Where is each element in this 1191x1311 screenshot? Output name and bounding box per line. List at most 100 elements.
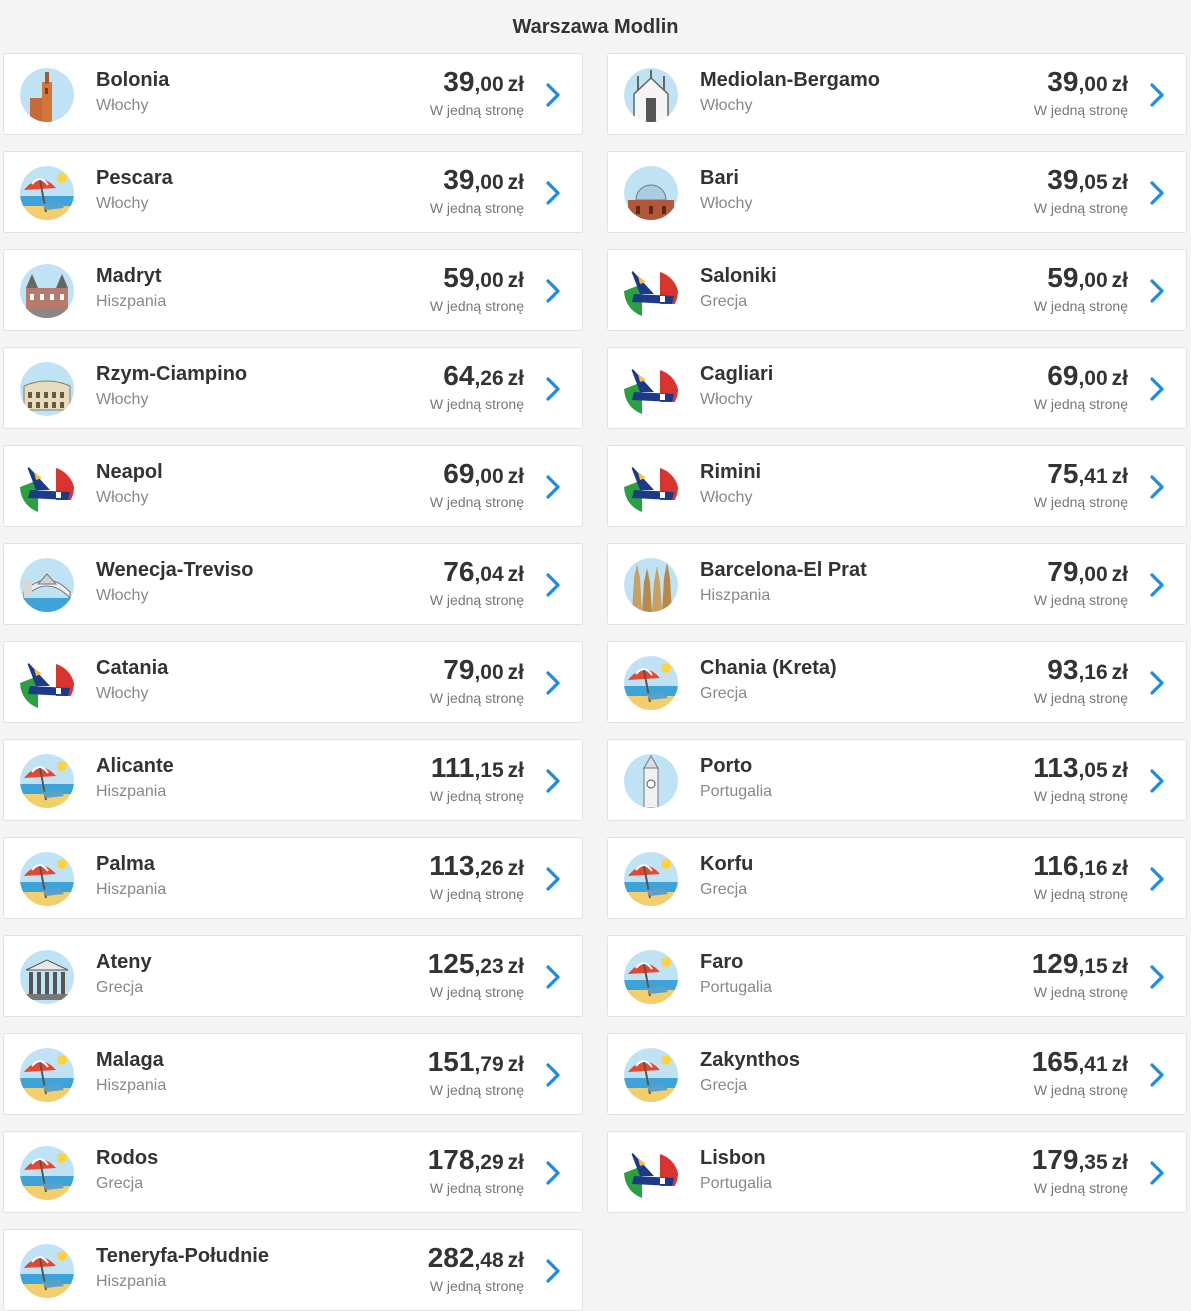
chevron-right-icon[interactable]	[544, 1160, 562, 1186]
chevron-right-icon[interactable]	[1148, 180, 1166, 206]
chevron-right-icon[interactable]	[544, 376, 562, 402]
destination-card-13[interactable]: Chania (Kreta) Grecja 93,16 zł W jedną st…	[607, 641, 1187, 723]
destination-price: 113,26 zł	[429, 850, 524, 882]
destination-city: Madryt	[96, 265, 162, 287]
price-integer: 39	[443, 164, 475, 195]
price-decimal: ,41	[1078, 1053, 1108, 1076]
chevron-right-icon[interactable]	[1148, 768, 1166, 794]
price-currency: zł	[507, 759, 524, 782]
price-currency: zł	[1111, 269, 1128, 292]
destination-card-12[interactable]: Catania Włochy 79,00 zł W jedną stronę	[3, 641, 583, 723]
destination-city: Palma	[96, 853, 155, 875]
chevron-right-icon[interactable]	[544, 572, 562, 598]
destination-card-23[interactable]: Lisbon Portugalia 179,35 zł W jedną stron…	[607, 1131, 1187, 1213]
destination-card-19[interactable]: Faro Portugalia 129,15 zł W jedną stronę	[607, 935, 1187, 1017]
destination-price: 59,00 zł	[443, 262, 524, 294]
beach-umbrella-icon	[20, 1146, 74, 1200]
destination-card-1[interactable]: Mediolan-Bergamo Włochy 39,00 zł W jedną …	[607, 53, 1187, 135]
beach-umbrella-icon	[20, 852, 74, 906]
price-currency: zł	[1111, 857, 1128, 880]
price-integer: 178	[427, 1144, 475, 1175]
destination-card-9[interactable]: Rimini Włochy 75,41 zł W jedną stronę	[607, 445, 1187, 527]
destination-card-17[interactable]: Korfu Grecja 116,16 zł W jedną stronę	[607, 837, 1187, 919]
destination-card-6[interactable]: Rzym-Ciampino Włochy 64,26 zł W jedną str…	[3, 347, 583, 429]
destination-price: 39,00 zł	[443, 164, 524, 196]
price-integer: 165	[1031, 1046, 1079, 1077]
chevron-right-icon[interactable]	[544, 82, 562, 108]
plane-flag-icon	[624, 264, 678, 318]
destination-country: Grecja	[700, 293, 748, 310]
destination-card-15[interactable]: Porto Portugalia 113,05 zł W jedną stronę	[607, 739, 1187, 821]
destination-price: 76,04 zł	[443, 556, 524, 588]
chevron-right-icon[interactable]	[544, 1062, 562, 1088]
price-decimal: ,00	[1078, 563, 1108, 586]
destination-price: 282,48 zł	[428, 1242, 524, 1274]
destination-country: Hiszpania	[96, 1077, 167, 1094]
price-integer: 59	[443, 262, 475, 293]
destination-card-4[interactable]: Madryt Hiszpania 59,00 zł W jedną stronę	[3, 249, 583, 331]
destination-card-2[interactable]: Pescara Włochy 39,00 zł W jedną stronę	[3, 151, 583, 233]
one-way-label: W jedną stronę	[1033, 886, 1128, 902]
price-decimal: ,00	[474, 73, 504, 96]
chevron-right-icon[interactable]	[544, 670, 562, 696]
price-decimal: ,26	[474, 367, 504, 390]
price-decimal: ,04	[474, 563, 504, 586]
destination-card-22[interactable]: Rodos Grecja 178,29 zł W jedną stronę	[3, 1131, 583, 1213]
chevron-right-icon[interactable]	[1148, 572, 1166, 598]
price-currency: zł	[507, 661, 524, 684]
chevron-right-icon[interactable]	[544, 278, 562, 304]
origin-airport-title: Warszawa Modlin	[512, 16, 679, 38]
destination-country: Grecja	[700, 881, 748, 898]
chevron-right-icon[interactable]	[1148, 82, 1166, 108]
destination-price: 116,16 zł	[1033, 850, 1128, 882]
chevron-right-icon[interactable]	[544, 964, 562, 990]
plane-flag-icon	[624, 362, 678, 416]
destination-card-16[interactable]: Palma Hiszpania 113,26 zł W jedną stronę	[3, 837, 583, 919]
price-decimal: ,23	[474, 955, 504, 978]
plane-flag-icon	[624, 460, 678, 514]
destination-city: Ateny	[96, 951, 152, 973]
dome-icon	[624, 166, 678, 220]
one-way-label: W jedną stronę	[1033, 788, 1128, 804]
destination-card-3[interactable]: Bari Włochy 39,05 zł W jedną stronę	[607, 151, 1187, 233]
chevron-right-icon[interactable]	[544, 768, 562, 794]
one-way-label: W jedną stronę	[429, 102, 524, 118]
chevron-right-icon[interactable]	[1148, 1062, 1166, 1088]
price-decimal: ,05	[1078, 171, 1108, 194]
destination-card-21[interactable]: Zakynthos Grecja 165,41 zł W jedną stronę	[607, 1033, 1187, 1115]
chevron-right-icon[interactable]	[1148, 376, 1166, 402]
destination-country: Grecja	[96, 1175, 144, 1192]
price-decimal: ,00	[474, 465, 504, 488]
chevron-right-icon[interactable]	[1148, 964, 1166, 990]
destination-card-8[interactable]: Neapol Włochy 69,00 zł W jedną stronę	[3, 445, 583, 527]
destination-price: 179,35 zł	[1032, 1144, 1128, 1176]
destination-price: 75,41 zł	[1047, 458, 1128, 490]
destination-card-5[interactable]: Saloniki Grecja 59,00 zł W jedną stronę	[607, 249, 1187, 331]
chevron-right-icon[interactable]	[544, 866, 562, 892]
destination-country: Hiszpania	[700, 587, 771, 604]
price-integer: 116	[1033, 850, 1079, 881]
destination-card-10[interactable]: Wenecja-Treviso Włochy 76,04 zł W jedną s…	[3, 543, 583, 625]
destination-country: Hiszpania	[96, 1273, 167, 1290]
destination-card-14[interactable]: Alicante Hiszpania 111,15 zł W jedną stro…	[3, 739, 583, 821]
price-currency: zł	[507, 367, 524, 390]
price-currency: zł	[507, 955, 524, 978]
destination-card-0[interactable]: Bolonia Włochy 39,00 zł W jedną stronę	[3, 53, 583, 135]
destination-card-11[interactable]: Barcelona-El Prat Hiszpania 79,00 zł W je…	[607, 543, 1187, 625]
destination-country: Portugalia	[700, 979, 773, 996]
destination-city: Barcelona-El Prat	[700, 559, 867, 581]
chevron-right-icon[interactable]	[544, 180, 562, 206]
price-currency: zł	[507, 465, 524, 488]
chevron-right-icon[interactable]	[544, 474, 562, 500]
chevron-right-icon[interactable]	[1148, 1160, 1166, 1186]
chevron-right-icon[interactable]	[1148, 278, 1166, 304]
one-way-label: W jedną stronę	[429, 788, 524, 804]
chevron-right-icon[interactable]	[1148, 670, 1166, 696]
destination-card-24[interactable]: Teneryfa-Południe Hiszpania 282,48 zł W j…	[3, 1229, 583, 1311]
destination-card-7[interactable]: Cagliari Włochy 69,00 zł W jedną stronę	[607, 347, 1187, 429]
chevron-right-icon[interactable]	[1148, 866, 1166, 892]
destination-card-18[interactable]: Ateny Grecja 125,23 zł W jedną stronę	[3, 935, 583, 1017]
chevron-right-icon[interactable]	[544, 1258, 562, 1284]
chevron-right-icon[interactable]	[1148, 474, 1166, 500]
destination-card-20[interactable]: Malaga Hiszpania 151,79 zł W jedną stronę	[3, 1033, 583, 1115]
